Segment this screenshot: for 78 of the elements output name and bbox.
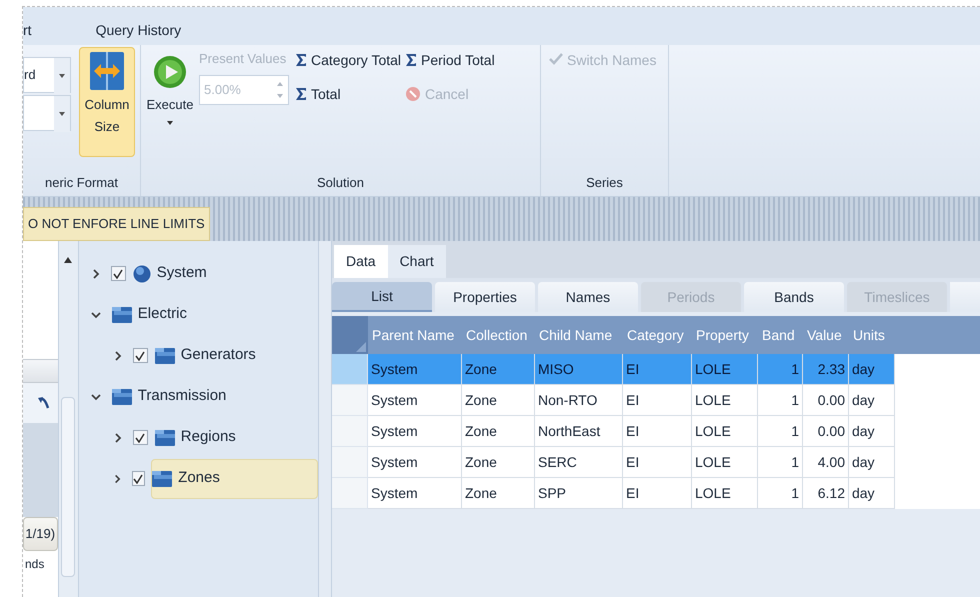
table-cell: 6.12 bbox=[802, 478, 849, 509]
menu-item[interactable]: rt bbox=[23, 20, 32, 40]
folder-icon bbox=[154, 430, 175, 446]
table-cell: System bbox=[368, 354, 462, 385]
folder-icon bbox=[152, 470, 172, 486]
tree-item[interactable]: Regions bbox=[154, 418, 249, 458]
checkmark-icon bbox=[113, 268, 124, 278]
warning-tab[interactable]: O NOT ENFORE LINE LIMITS bbox=[23, 207, 210, 241]
globe-icon bbox=[132, 264, 151, 282]
checkbox[interactable] bbox=[132, 430, 148, 445]
table-cell: Zone bbox=[462, 478, 535, 509]
table-cell: 2.33 bbox=[802, 354, 849, 385]
subtab[interactable]: Properties bbox=[434, 282, 535, 312]
present-values-label: Present Values bbox=[199, 50, 288, 68]
tree-item[interactable]: Generators bbox=[154, 336, 269, 376]
expand-chevron-icon[interactable] bbox=[112, 432, 123, 442]
checkbox[interactable] bbox=[132, 471, 146, 486]
tree-item[interactable]: Transmission bbox=[110, 376, 240, 416]
table-cell: EI bbox=[622, 354, 692, 385]
play-icon bbox=[153, 55, 187, 89]
checkbox[interactable] bbox=[110, 266, 126, 281]
sum-button[interactable]: Period Total bbox=[405, 47, 495, 73]
table-cell: 1 bbox=[758, 478, 803, 509]
caret-icon bbox=[54, 96, 70, 132]
folder-icon bbox=[112, 306, 132, 322]
checkbox[interactable] bbox=[132, 348, 148, 363]
resize-arrows-icon bbox=[90, 52, 124, 90]
subtab[interactable]: Bands bbox=[744, 282, 844, 312]
table-cell: LOLE bbox=[692, 354, 758, 385]
group-label: Solution bbox=[316, 174, 365, 192]
subtab[interactable]: List bbox=[332, 282, 432, 312]
panel-header-bar bbox=[23, 359, 58, 383]
expand-chevron-icon[interactable] bbox=[112, 474, 122, 484]
table-cell: day bbox=[848, 354, 895, 385]
sigma-icon bbox=[295, 87, 307, 101]
group-label: Series bbox=[585, 174, 624, 192]
expand-chevron-icon[interactable] bbox=[112, 350, 123, 360]
checkmark-icon bbox=[133, 474, 144, 484]
table-cell: Zone bbox=[462, 354, 535, 385]
table-cell: System bbox=[368, 478, 462, 509]
caret-icon bbox=[54, 58, 70, 94]
sum-button[interactable]: Total bbox=[295, 81, 405, 107]
table-cell: SPP bbox=[534, 478, 623, 509]
table-cell: day bbox=[848, 478, 895, 509]
table-cell: MISO bbox=[534, 354, 623, 385]
scrollbar-thumb[interactable] bbox=[61, 397, 76, 577]
column-size-button[interactable]: Column Size bbox=[79, 47, 135, 157]
checkmark-icon bbox=[135, 350, 146, 360]
execute-button[interactable]: Execute bbox=[141, 45, 199, 170]
sigma-icon bbox=[405, 53, 417, 67]
folder-icon bbox=[154, 348, 175, 364]
format-dropdown[interactable]: rd bbox=[23, 57, 71, 93]
table-cell: EI bbox=[622, 478, 692, 509]
tree-item[interactable]: Electric bbox=[110, 294, 200, 334]
table-cell: 1 bbox=[758, 354, 803, 385]
collapse-chevron-icon[interactable] bbox=[90, 392, 101, 402]
checkmark-icon bbox=[549, 52, 563, 66]
expand-chevron-icon[interactable] bbox=[90, 268, 101, 278]
tree-item[interactable]: Zones bbox=[151, 458, 318, 498]
checkmark-icon bbox=[135, 432, 146, 442]
caret-icon bbox=[166, 118, 174, 126]
page-counter: 1/19) bbox=[25, 525, 56, 544]
cancel-icon bbox=[405, 86, 421, 102]
scroll-up-icon[interactable] bbox=[64, 257, 72, 263]
panel-tab[interactable]: nds bbox=[25, 555, 44, 573]
sigma-icon bbox=[295, 53, 307, 67]
table-cell: LOLE bbox=[692, 478, 758, 509]
subtab[interactable]: Names bbox=[538, 282, 638, 312]
tab[interactable]: Chart bbox=[388, 245, 446, 278]
group-label: neric Format bbox=[44, 174, 119, 192]
tab[interactable]: Data bbox=[334, 245, 388, 278]
sum-button[interactable]: Category Total bbox=[295, 47, 405, 73]
folder-icon bbox=[112, 388, 132, 404]
tree-item[interactable]: System bbox=[132, 254, 220, 294]
collapse-chevron-icon[interactable] bbox=[90, 310, 101, 320]
curved-arrow-icon[interactable] bbox=[38, 396, 50, 410]
menu-item[interactable]: Query History bbox=[96, 20, 182, 40]
spin-arrows-icon bbox=[276, 80, 284, 100]
